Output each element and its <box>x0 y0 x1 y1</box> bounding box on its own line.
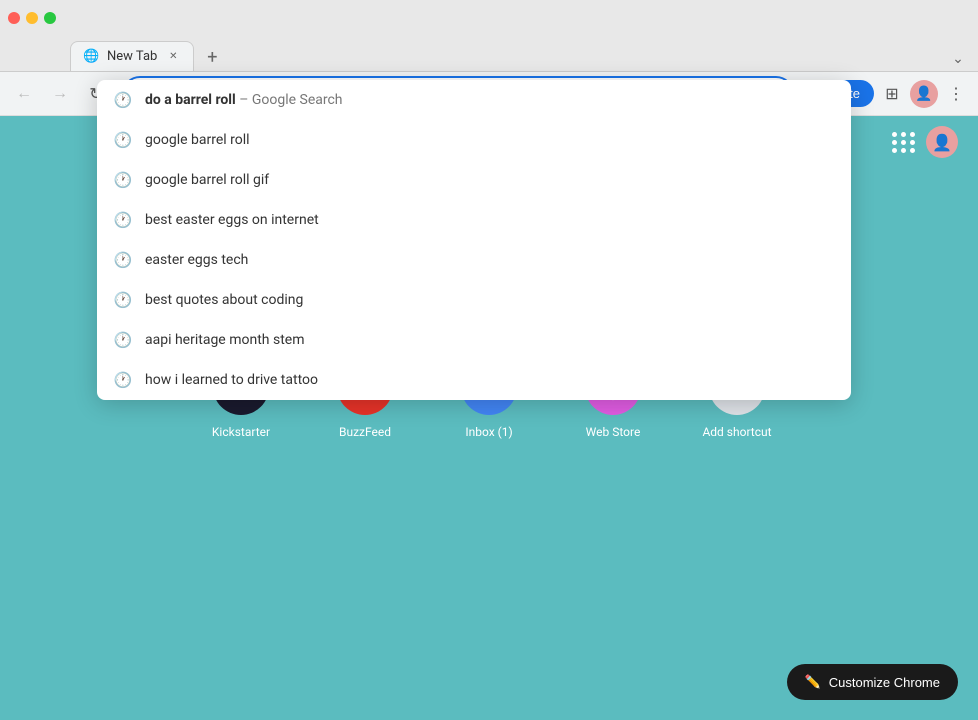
suggestion-clock-icon: 🕐 <box>113 370 133 390</box>
suggestion-item[interactable]: 🕐 easter eggs tech <box>97 240 851 280</box>
suggestion-item[interactable]: 🕐 aapi heritage month stem <box>97 320 851 360</box>
suggestion-item[interactable]: 🕐 best quotes about coding <box>97 280 851 320</box>
suggestion-text: best easter eggs on internet <box>145 212 319 228</box>
suggestion-item[interactable]: 🕐 google barrel roll gif <box>97 160 851 200</box>
page-profile-avatar[interactable]: 👤 <box>926 126 958 158</box>
apps-button[interactable] <box>890 128 918 156</box>
active-tab[interactable]: 🌐 New Tab ✕ <box>70 41 194 71</box>
customize-chrome-button[interactable]: ✏️ Customize Chrome <box>787 664 958 700</box>
page-top-right: 👤 <box>890 126 958 158</box>
profile-icon[interactable]: 👤 <box>910 80 938 108</box>
suggestion-text: google barrel roll gif <box>145 172 269 188</box>
more-menu-icon[interactable]: ⋮ <box>942 80 970 108</box>
suggestion-clock-icon: 🕐 <box>113 130 133 150</box>
traffic-lights <box>8 12 56 24</box>
back-button[interactable]: ← <box>8 78 40 110</box>
tab-title: New Tab <box>107 49 157 64</box>
tab-close-button[interactable]: ✕ <box>165 49 181 65</box>
profile-avatar: 👤 <box>910 80 938 108</box>
new-tab-button[interactable]: + <box>198 43 226 71</box>
customize-icon: ✏️ <box>805 674 821 690</box>
suggestion-item[interactable]: 🕐 do a barrel roll – Google Search <box>97 80 851 120</box>
title-bar <box>0 0 978 36</box>
tab-strip-more-icon[interactable]: ⌄ <box>946 47 970 71</box>
customize-label: Customize Chrome <box>829 675 940 690</box>
suggestion-text: best quotes about coding <box>145 292 303 308</box>
suggestion-text: do a barrel roll – Google Search <box>145 92 343 108</box>
tab-favicon: 🌐 <box>83 49 99 65</box>
forward-button[interactable]: → <box>44 78 76 110</box>
suggestion-text: how i learned to drive tattoo <box>145 372 318 388</box>
suggestion-item[interactable]: 🕐 how i learned to drive tattoo <box>97 360 851 400</box>
minimize-button[interactable] <box>26 12 38 24</box>
suggestion-item[interactable]: 🕐 best easter eggs on internet <box>97 200 851 240</box>
suggestion-clock-icon: 🕐 <box>113 210 133 230</box>
suggestion-clock-icon: 🕐 <box>113 90 133 110</box>
shortcut-label-inbox: Inbox (1) <box>465 425 512 439</box>
suggestion-text: google barrel roll <box>145 132 250 148</box>
extensions-icon[interactable]: ⊞ <box>878 80 906 108</box>
suggestion-item[interactable]: 🕐 google barrel roll <box>97 120 851 160</box>
shortcut-label-web_store: Web Store <box>586 425 641 439</box>
tab-bar: 🌐 New Tab ✕ + ⌄ <box>0 36 978 72</box>
suggestion-clock-icon: 🕐 <box>113 290 133 310</box>
close-button[interactable] <box>8 12 20 24</box>
shortcut-label-buzzfeed: BuzzFeed <box>339 425 391 439</box>
suggestions-dropdown: 🕐 do a barrel roll – Google Search 🕐 goo… <box>97 80 851 400</box>
tab-strip-right: ⌄ <box>946 47 978 71</box>
shortcut-label-kickstarter: Kickstarter <box>212 425 270 439</box>
shortcut-label-add_shortcut: Add shortcut <box>702 425 771 439</box>
suggestion-clock-icon: 🕐 <box>113 170 133 190</box>
suggestion-text: aapi heritage month stem <box>145 332 304 348</box>
suggestion-text: easter eggs tech <box>145 252 248 268</box>
suggestion-clock-icon: 🕐 <box>113 330 133 350</box>
suggestion-clock-icon: 🕐 <box>113 250 133 270</box>
maximize-button[interactable] <box>44 12 56 24</box>
